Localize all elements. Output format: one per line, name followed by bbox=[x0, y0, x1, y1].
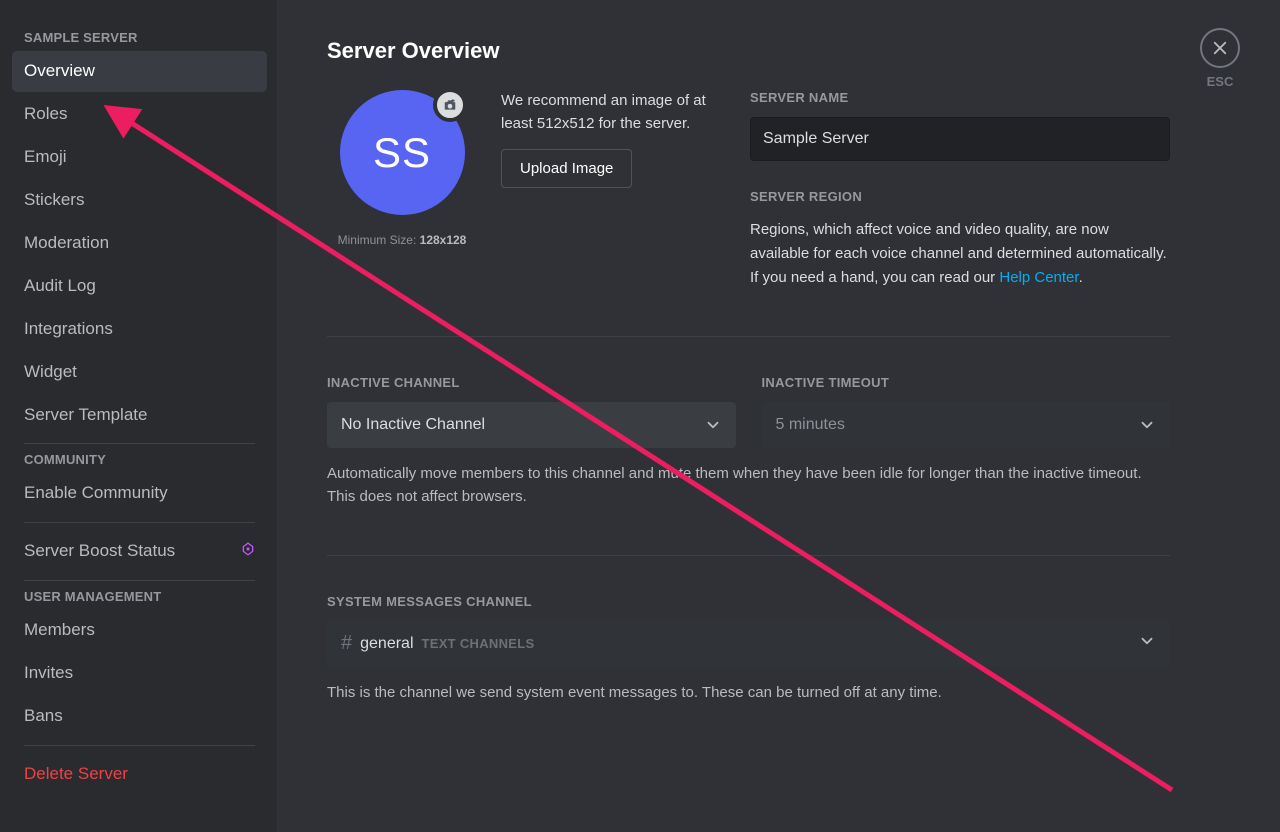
select-value: general bbox=[360, 635, 413, 653]
sidebar-item-label: Delete Server bbox=[24, 763, 128, 786]
sidebar-item-label: Integrations bbox=[24, 318, 113, 341]
select-category: TEXT CHANNELS bbox=[422, 636, 535, 651]
system-messages-channel-select[interactable]: # general TEXT CHANNELS bbox=[327, 621, 1170, 667]
esc-label: ESC bbox=[1200, 74, 1240, 89]
section-divider bbox=[327, 555, 1170, 556]
server-region-text: Regions, which affect voice and video qu… bbox=[750, 218, 1170, 290]
close-button[interactable] bbox=[1200, 28, 1240, 68]
close-area: ESC bbox=[1200, 28, 1240, 89]
sidebar-item-server-template[interactable]: Server Template bbox=[12, 395, 267, 436]
sidebar-divider bbox=[24, 745, 255, 746]
sidebar-section-server: SAMPLE SERVER bbox=[12, 30, 267, 51]
main-content: Server Overview SS Minimum Size: 128x128… bbox=[277, 0, 1280, 832]
hash-icon: # bbox=[341, 632, 352, 655]
sidebar-item-label: Overview bbox=[24, 60, 95, 83]
upload-image-button[interactable]: Upload Image bbox=[501, 149, 632, 188]
server-avatar[interactable]: SS bbox=[340, 90, 465, 215]
upload-hint-text: We recommend an image of at least 512x51… bbox=[501, 90, 726, 135]
sidebar-item-enable-community[interactable]: Enable Community bbox=[12, 473, 267, 514]
sidebar-divider bbox=[24, 443, 255, 444]
minimum-size-label: Minimum Size: 128x128 bbox=[327, 233, 477, 247]
page-title: Server Overview bbox=[327, 38, 1170, 64]
sidebar-item-label: Stickers bbox=[24, 189, 84, 212]
upload-image-icon[interactable] bbox=[433, 88, 467, 122]
chevron-down-icon bbox=[704, 416, 722, 434]
server-name-input[interactable] bbox=[750, 117, 1170, 161]
sidebar-divider bbox=[24, 580, 255, 581]
sidebar-item-stickers[interactable]: Stickers bbox=[12, 180, 267, 221]
chevron-down-icon bbox=[1138, 632, 1156, 655]
system-messages-help-text: This is the channel we send system event… bbox=[327, 681, 1170, 704]
select-value: 5 minutes bbox=[776, 416, 845, 434]
sidebar-divider bbox=[24, 522, 255, 523]
settings-sidebar: SAMPLE SERVER Overview Roles Emoji Stick… bbox=[0, 0, 277, 832]
sidebar-item-label: Bans bbox=[24, 705, 63, 728]
sidebar-item-label: Emoji bbox=[24, 146, 67, 169]
inactive-help-text: Automatically move members to this chann… bbox=[327, 462, 1170, 509]
sidebar-item-label: Audit Log bbox=[24, 275, 96, 298]
sidebar-section-user-management: USER MANAGEMENT bbox=[12, 589, 267, 610]
select-value: No Inactive Channel bbox=[341, 416, 485, 434]
boost-gem-icon bbox=[241, 540, 255, 563]
sidebar-item-label: Widget bbox=[24, 361, 77, 384]
sidebar-item-overview[interactable]: Overview bbox=[12, 51, 267, 92]
server-name-label: SERVER NAME bbox=[750, 90, 1170, 105]
system-messages-channel-label: SYSTEM MESSAGES CHANNEL bbox=[327, 594, 1170, 609]
sidebar-item-integrations[interactable]: Integrations bbox=[12, 309, 267, 350]
inactive-channel-label: INACTIVE CHANNEL bbox=[327, 375, 736, 390]
sidebar-item-roles[interactable]: Roles bbox=[12, 94, 267, 135]
chevron-down-icon bbox=[1138, 416, 1156, 434]
sidebar-item-server-boost[interactable]: Server Boost Status bbox=[12, 531, 267, 572]
sidebar-item-label: Roles bbox=[24, 103, 67, 126]
sidebar-item-label: Invites bbox=[24, 662, 73, 685]
inactive-timeout-label: INACTIVE TIMEOUT bbox=[762, 375, 1171, 390]
sidebar-item-moderation[interactable]: Moderation bbox=[12, 223, 267, 264]
sidebar-item-label: Members bbox=[24, 619, 95, 642]
inactive-timeout-select[interactable]: 5 minutes bbox=[762, 402, 1171, 448]
sidebar-item-members[interactable]: Members bbox=[12, 610, 267, 651]
sidebar-item-invites[interactable]: Invites bbox=[12, 653, 267, 694]
sidebar-item-label: Moderation bbox=[24, 232, 109, 255]
sidebar-item-label: Enable Community bbox=[24, 482, 168, 505]
sidebar-section-community: COMMUNITY bbox=[12, 452, 267, 473]
sidebar-item-label: Server Template bbox=[24, 404, 147, 427]
sidebar-item-delete-server[interactable]: Delete Server bbox=[12, 754, 267, 795]
sidebar-item-emoji[interactable]: Emoji bbox=[12, 137, 267, 178]
sidebar-item-audit-log[interactable]: Audit Log bbox=[12, 266, 267, 307]
sidebar-item-bans[interactable]: Bans bbox=[12, 696, 267, 737]
sidebar-item-widget[interactable]: Widget bbox=[12, 352, 267, 393]
server-region-label: SERVER REGION bbox=[750, 189, 1170, 204]
inactive-channel-select[interactable]: No Inactive Channel bbox=[327, 402, 736, 448]
sidebar-item-label: Server Boost Status bbox=[24, 540, 175, 563]
help-center-link[interactable]: Help Center bbox=[999, 269, 1078, 286]
section-divider bbox=[327, 336, 1170, 337]
